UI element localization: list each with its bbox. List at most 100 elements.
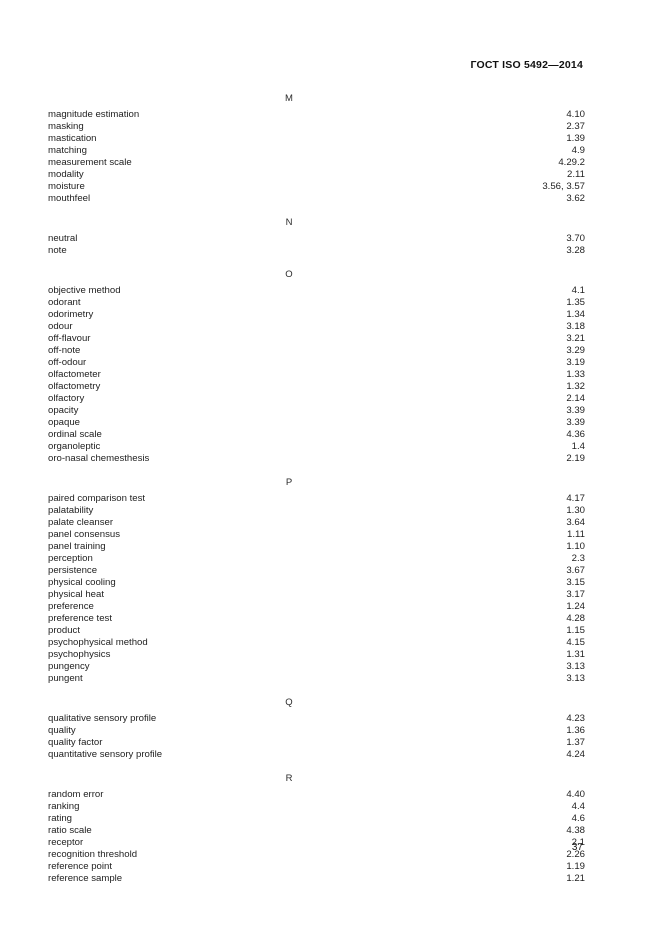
index-entry-reference: 4.38 (566, 825, 585, 836)
index-entry-term: note (48, 245, 67, 256)
index-entry-reference: 2.11 (567, 169, 585, 180)
alphabetical-index: Mmagnitude estimation 4.10 masking 2.37 mast… (48, 92, 585, 885)
index-entry-term: organoleptic (48, 441, 101, 452)
index-entry-reference: 4.9 (571, 145, 585, 156)
index-entry-reference: 3.39 (566, 417, 585, 428)
index-entry-reference: 1.24 (566, 601, 585, 612)
index-entry-reference: 1.37 (566, 737, 585, 748)
index-entry-term: panel training (48, 541, 106, 552)
index-entry-term: perception (48, 553, 93, 564)
index-entry: off-flavour 3.21 (48, 333, 585, 345)
index-entry-reference: 1.32 (566, 381, 585, 392)
index-entry-reference: 4.23 (566, 713, 585, 724)
index-entry: odorant 1.35 (48, 297, 585, 309)
index-entry-term: persistence (48, 565, 98, 576)
index-entry: qualitative sensory profile 4.23 (48, 713, 585, 725)
index-entry-reference: 1.35 (566, 297, 585, 308)
index-entry: note 3.28 (48, 245, 585, 257)
index-entry-term: magnitude estimation (48, 109, 140, 120)
index-entry-term: ordinal scale (48, 429, 102, 440)
index-entry-reference: 4.29.2 (558, 157, 585, 168)
page-number: 37 (571, 842, 583, 853)
index-entry-term: product (48, 625, 80, 636)
index-entry-reference: 1.34 (566, 309, 585, 320)
index-entry-reference: 3.19 (566, 357, 585, 368)
index-entry-term: psychophysical method (48, 637, 148, 648)
index-entry-reference: 4.17 (566, 493, 585, 504)
index-entry: quality 1.36 (48, 725, 585, 737)
index-entry-reference: 4.40 (566, 789, 585, 800)
index-group-letter-text: R (285, 773, 293, 784)
index-entry-term: physical cooling (48, 577, 116, 588)
index-entry: preference test 4.28 (48, 613, 585, 625)
document-page: ГОСТ ISO 5492—2014 Mmagnitude estimation… (0, 0, 661, 935)
index-group-letter: O (25, 268, 562, 281)
index-entry-term: oro-nasal chemesthesis (48, 453, 150, 464)
index-entry-reference: 3.70 (566, 233, 585, 244)
index-entry-term: odorimetry (48, 309, 94, 320)
index-entry-term: paired comparison test (48, 493, 146, 504)
index-entry: perception 2.3 (48, 553, 585, 565)
index-entry-reference: 3.39 (566, 405, 585, 416)
index-entry-reference: 1.21 (566, 873, 585, 884)
index-entry-term: palate cleanser (48, 517, 114, 528)
index-entry-reference: 1.33 (566, 369, 585, 380)
index-group-letter: R (25, 772, 562, 785)
index-entry: quantitative sensory profile 4.24 (48, 749, 585, 761)
index-entry: mouthfeel 3.62 (48, 193, 585, 205)
index-entry: physical cooling 3.15 (48, 577, 585, 589)
index-entry-reference: 3.64 (566, 517, 585, 528)
index-entry: objective method 4.1 (48, 285, 585, 297)
index-letter-group: Oobjective method 4.1 odorant 1.35 odorimetr… (48, 268, 585, 465)
index-entry: opaque 3.39 (48, 417, 585, 429)
index-entry-reference: 3.15 (566, 577, 585, 588)
index-entry-reference: 3.67 (566, 565, 585, 576)
index-letter-group: Qqualitative sensory profile 4.23 quality 1… (48, 696, 585, 761)
index-entry-reference: 3.13 (566, 673, 585, 684)
index-entry-list: paired comparison test 4.17 palatability 1.… (48, 493, 585, 685)
index-entry-reference: 1.4 (571, 441, 585, 452)
index-entry-term: qualitative sensory profile (48, 713, 157, 724)
index-entry-reference: 3.56, 3.57 (542, 181, 585, 192)
index-entry-reference: 3.28 (566, 245, 585, 256)
index-entry: paired comparison test 4.17 (48, 493, 585, 505)
index-entry-list: random error 4.40 ranking 4.4 rating 4.6 ratio… (48, 789, 585, 885)
index-entry: psychophysics 1.31 (48, 649, 585, 661)
index-entry: off-note 3.29 (48, 345, 585, 357)
index-entry: opacity 3.39 (48, 405, 585, 417)
index-entry: magnitude estimation 4.10 (48, 109, 585, 121)
index-entry-term: quality (48, 725, 76, 736)
index-entry-term: olfactometry (48, 381, 101, 392)
index-entry: physical heat 3.17 (48, 589, 585, 601)
index-entry: organoleptic 1.4 (48, 441, 585, 453)
index-entry-reference: 1.15 (566, 625, 585, 636)
index-entry-term: moisture (48, 181, 85, 192)
index-entry-reference: 4.36 (566, 429, 585, 440)
index-entry: pungency 3.13 (48, 661, 585, 673)
index-entry: ranking 4.4 (48, 801, 585, 813)
index-entry: modality 2.11 (48, 169, 585, 181)
index-entry: olfactometer 1.33 (48, 369, 585, 381)
index-entry: psychophysical method 4.15 (48, 637, 585, 649)
index-entry-term: measurement scale (48, 157, 132, 168)
index-entry-reference: 3.21 (566, 333, 585, 344)
index-entry-reference: 3.18 (566, 321, 585, 332)
index-group-letter-text: O (285, 269, 293, 280)
index-entry-term: panel consensus (48, 529, 121, 540)
index-entry-term: off-flavour (48, 333, 91, 344)
index-entry-term: olfactometer (48, 369, 101, 380)
index-entry: moisture 3.56, 3.57 (48, 181, 585, 193)
index-entry-term: mouthfeel (48, 193, 91, 204)
index-entry: neutral 3.70 (48, 233, 585, 245)
index-entry: olfactory 2.14 (48, 393, 585, 405)
index-entry-term: preference test (48, 613, 112, 624)
index-entry: palatability 1.30 (48, 505, 585, 517)
index-entry-term: off-odour (48, 357, 87, 368)
index-entry: olfactometry 1.32 (48, 381, 585, 393)
index-letter-group: Nneutral 3.70 note 3.28 (48, 216, 585, 257)
index-entry-reference: 1.19 (566, 861, 585, 872)
index-entry-term: pungent (48, 673, 83, 684)
index-entry: panel training 1.10 (48, 541, 585, 553)
index-entry: matching 4.9 (48, 145, 585, 157)
index-entry: masking 2.37 (48, 121, 585, 133)
